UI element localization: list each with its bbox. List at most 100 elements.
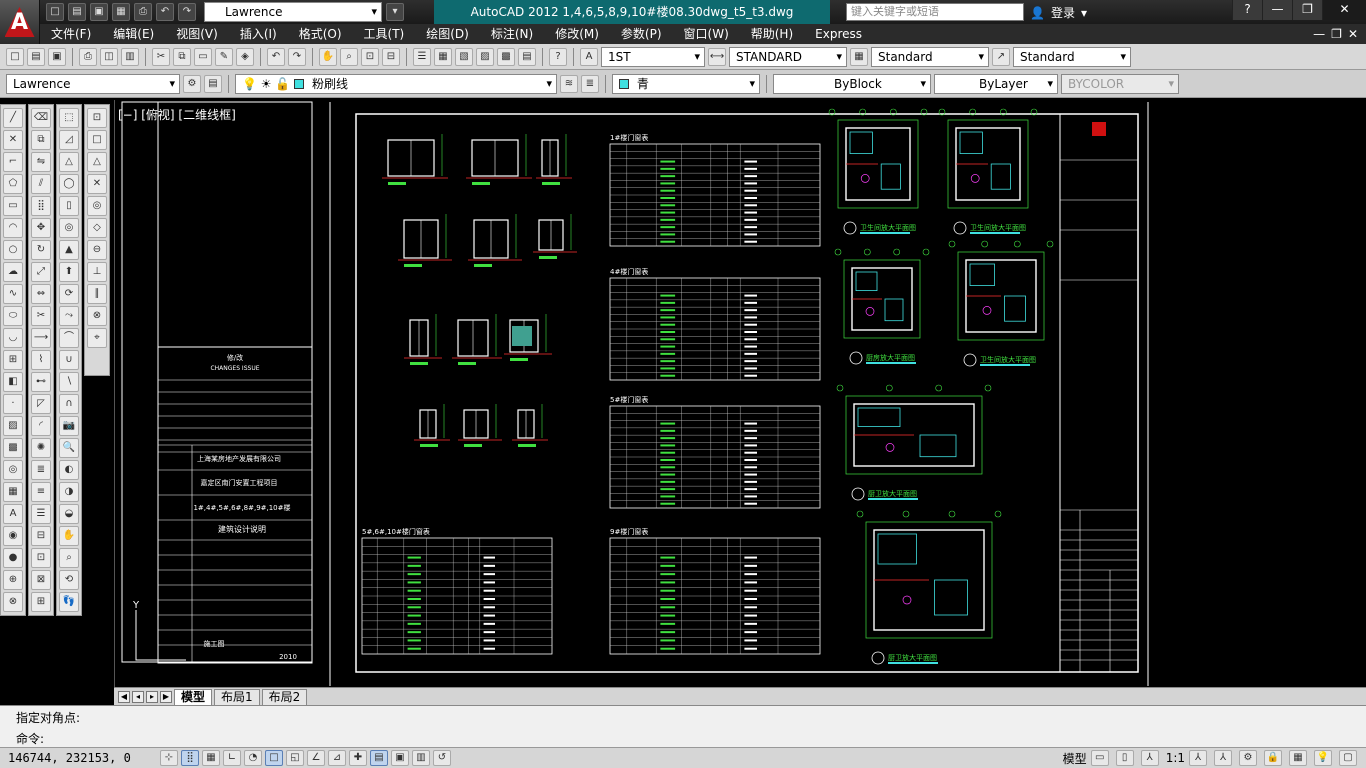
text-style-icon[interactable]: A (580, 47, 598, 66)
tool-extra-icon[interactable]: ⊕ (3, 570, 23, 590)
extend-icon[interactable]: ⟶ (31, 328, 51, 348)
doc-close-button[interactable]: ✕ (1348, 27, 1358, 41)
isolate-objects-icon[interactable]: 💡 (1314, 750, 1332, 766)
layer-freeze-tool-icon[interactable]: ⊠ (31, 570, 51, 590)
construction-line-icon[interactable]: ✕ (3, 130, 23, 150)
dim-style-combo[interactable]: STANDARD (729, 46, 847, 67)
snap-perpendicular-icon[interactable]: ⊥ (87, 262, 107, 282)
help-icon[interactable]: ? (549, 47, 567, 66)
open-icon[interactable]: ▤ (27, 47, 45, 66)
design-center-icon[interactable]: ▦ (434, 47, 452, 66)
snap-endpoint-icon[interactable]: □ (87, 130, 107, 150)
properties-icon[interactable]: ☰ (413, 47, 431, 66)
object-snap-tracking-icon[interactable]: ∠ (307, 750, 325, 766)
render-icon[interactable]: ● (3, 548, 23, 568)
mirror-icon[interactable]: ⇋ (31, 152, 51, 172)
menu-file[interactable]: 文件(F) (40, 24, 102, 44)
multileader-style-combo[interactable]: Standard (1013, 46, 1131, 67)
application-menu-button[interactable]: A (0, 0, 40, 44)
explode-icon[interactable]: ✺ (31, 438, 51, 458)
zoom-previous-icon[interactable]: ⊟ (382, 47, 400, 66)
camera-icon[interactable]: 📷 (59, 416, 79, 436)
break-icon[interactable]: ⌇ (31, 350, 51, 370)
render-settings-icon[interactable]: ◐ (59, 460, 79, 480)
union-icon[interactable]: ∪ (59, 350, 79, 370)
cone-icon[interactable]: △ (59, 152, 79, 172)
snap-mode-icon[interactable]: ⣿ (181, 750, 199, 766)
calculator-icon[interactable]: ▤ (518, 47, 536, 66)
menu-insert[interactable]: 插入(I) (229, 24, 288, 44)
next-tab-icon[interactable]: ▸ (146, 690, 158, 703)
save-as-icon[interactable]: ▦ (112, 3, 130, 21)
scale-icon[interactable]: ⤢ (31, 262, 51, 282)
help-icon[interactable]: ? (1232, 0, 1262, 20)
auto-scale-icon[interactable]: ⅄ (1214, 750, 1232, 766)
gradient-icon[interactable]: ▩ (3, 438, 23, 458)
zoom-window-icon[interactable]: ⊡ (361, 47, 379, 66)
lock-ui-icon[interactable]: 🔒 (1264, 750, 1282, 766)
minimize-button[interactable]: — (1262, 0, 1292, 20)
hatch-icon[interactable]: ▨ (3, 416, 23, 436)
layer-previous-icon[interactable]: ≣ (581, 74, 599, 93)
transparency-icon[interactable]: ▣ (391, 750, 409, 766)
menu-help[interactable]: 帮助(H) (740, 24, 804, 44)
snap-parallel-icon[interactable]: ∥ (87, 284, 107, 304)
sweep-icon[interactable]: ⤳ (59, 306, 79, 326)
multileader-style-icon[interactable]: ↗ (992, 47, 1010, 66)
redo-icon[interactable]: ↷ (288, 47, 306, 66)
redo-icon[interactable]: ↷ (178, 3, 196, 21)
arc-icon[interactable]: ◠ (3, 218, 23, 238)
maximize-button[interactable]: ❐ (1292, 0, 1322, 20)
menu-dimension[interactable]: 标注(N) (480, 24, 544, 44)
snap-midpoint-icon[interactable]: △ (87, 152, 107, 172)
menu-window[interactable]: 窗口(W) (673, 24, 740, 44)
rotate-icon[interactable]: ↻ (31, 240, 51, 260)
annotation-scale-value[interactable]: 1:1 (1166, 751, 1185, 765)
wedge-icon[interactable]: ◿ (59, 130, 79, 150)
loft-icon[interactable]: ⌒ (59, 328, 79, 348)
command-input[interactable] (56, 730, 1346, 746)
pan-tool-icon[interactable]: ✋ (59, 526, 79, 546)
infer-constraints-icon[interactable]: ⊹ (160, 750, 178, 766)
pyramid-icon[interactable]: ▲ (59, 240, 79, 260)
menu-format[interactable]: 格式(O) (288, 24, 353, 44)
layer-combo[interactable]: 💡 ☀ 🔓 粉刷线 (235, 73, 557, 94)
ellipse-icon[interactable]: ⬭ (3, 306, 23, 326)
copy-object-icon[interactable]: ⧉ (31, 130, 51, 150)
subtract-icon[interactable]: ∖ (59, 372, 79, 392)
fillet-icon[interactable]: ◜ (31, 416, 51, 436)
save-icon[interactable]: ▣ (48, 47, 66, 66)
array-icon[interactable]: ⣿ (31, 196, 51, 216)
pan-icon[interactable]: ✋ (319, 47, 337, 66)
annotation-visibility-icon[interactable]: ⅄ (1189, 750, 1207, 766)
plot-icon[interactable]: ⎙ (79, 47, 97, 66)
menu-express[interactable]: Express (804, 24, 873, 44)
search-input[interactable]: 键入关键字或短语 (846, 3, 1024, 21)
snap-tangent-icon[interactable]: ⊖ (87, 240, 107, 260)
point-icon[interactable]: · (3, 394, 23, 414)
table-style-icon[interactable]: ▦ (850, 47, 868, 66)
first-tab-icon[interactable]: ◀ (118, 690, 130, 703)
color-combo[interactable]: 青 (612, 73, 760, 94)
torus-icon[interactable]: ◎ (59, 218, 79, 238)
quick-view-layouts-icon[interactable]: ▭ (1090, 750, 1109, 766)
menu-parametric[interactable]: 参数(P) (610, 24, 673, 44)
stretch-icon[interactable]: ⇔ (31, 284, 51, 304)
chamfer-icon[interactable]: ◸ (31, 394, 51, 414)
dynamic-ucs-icon[interactable]: ⊿ (328, 750, 346, 766)
model-space-label[interactable]: 模型 (1063, 750, 1087, 767)
markup-icon[interactable]: ▩ (497, 47, 515, 66)
coordinate-readout[interactable]: 146744, 232153, 0 (0, 751, 160, 765)
trim-icon[interactable]: ✂ (31, 306, 51, 326)
zoom-realtime-icon[interactable]: ⌕ (340, 47, 358, 66)
login-area[interactable]: 👤 登录 ▾ (1030, 4, 1087, 21)
workspace-settings-icon[interactable]: ⚙ (183, 74, 201, 93)
publish-icon[interactable]: ▥ (121, 47, 139, 66)
snap-node-icon[interactable]: ⊗ (87, 306, 107, 326)
workspace-selector[interactable]: Lawrence (204, 2, 382, 22)
zoom-tool-icon[interactable]: ⌕ (59, 548, 79, 568)
close-button[interactable]: ✕ (1322, 0, 1366, 20)
snap-intersection-icon[interactable]: ✕ (87, 174, 107, 194)
move-icon[interactable]: ✥ (31, 218, 51, 238)
doc-restore-button[interactable]: ❐ (1331, 27, 1342, 41)
